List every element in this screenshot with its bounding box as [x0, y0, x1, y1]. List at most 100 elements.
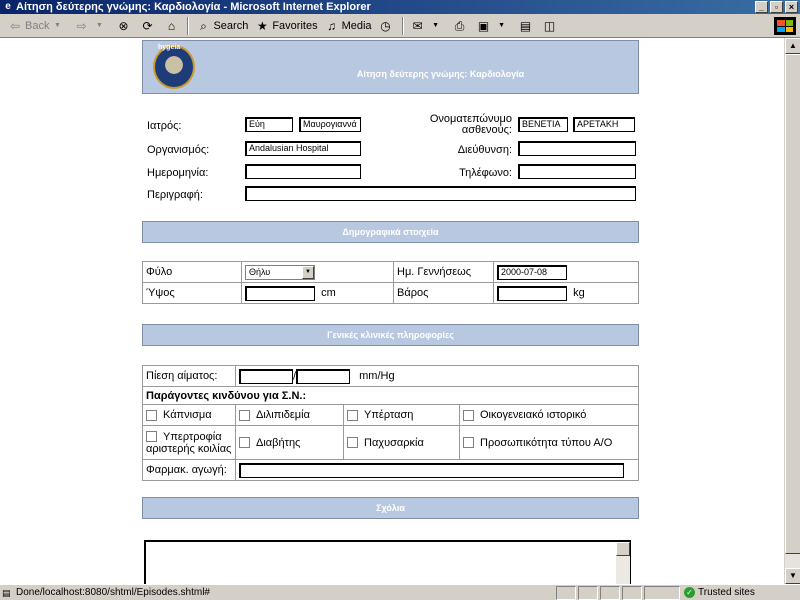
risk-dyslipidemia: Διλιπιδεμία [235, 404, 344, 426]
weight-unit: kg [573, 286, 585, 299]
bp-diastolic-input[interactable] [296, 368, 351, 384]
page-scrollbar[interactable]: ▲ ▼ [784, 38, 800, 584]
status-panel [556, 586, 576, 600]
organization-input[interactable]: Andalusian Hospital [245, 141, 361, 156]
dob-cell: 2000-07-08 [493, 261, 639, 283]
risk-lvh: Υπερτροφία αριστερής κοιλίας [142, 425, 236, 460]
height-input[interactable] [245, 285, 315, 301]
status-panel [644, 586, 680, 600]
hypertension-checkbox[interactable] [347, 409, 358, 421]
print-icon: ⎙ [454, 18, 465, 33]
maximize-button[interactable]: ▫ [770, 1, 783, 13]
diabetes-checkbox[interactable] [239, 437, 250, 449]
back-button[interactable]: ⇦ Back ▼ [4, 16, 70, 36]
type-a-checkbox[interactable] [463, 437, 474, 449]
status-panel [578, 586, 598, 600]
bp-label: Πίεση αίματος: [142, 365, 236, 387]
clinical-table: Πίεση αίματος: / mm/Hg Παράγοντες κινδύν… [142, 365, 639, 481]
patient-last-name-input[interactable]: ΑΡΕΤΑΚΗ [573, 117, 635, 132]
search-button[interactable]: ⌕ Search [192, 16, 251, 36]
bp-cell: / mm/Hg [235, 365, 639, 387]
address-label: Διεύθυνση: [457, 144, 512, 156]
doctor-first-name-input[interactable]: Εύη [245, 117, 293, 132]
forward-button[interactable]: ⇨ ▼ [70, 16, 112, 36]
zone-label: Trusted sites [698, 587, 755, 598]
dob-input[interactable]: 2000-07-08 [497, 264, 567, 280]
forward-arrow-icon: ⇨ [76, 18, 87, 33]
media-button[interactable]: ♫ Media [321, 16, 375, 36]
windows-logo-icon [774, 17, 796, 35]
risk-family-history: Οικογενειακό ιστορικό [459, 404, 639, 426]
security-zone: ✓ Trusted sites [684, 585, 755, 600]
chevron-down-icon: ▼ [498, 21, 506, 29]
ie-icon: e [5, 1, 11, 12]
refresh-button[interactable]: ⟳ [136, 16, 160, 36]
family-history-checkbox[interactable] [463, 409, 474, 421]
scroll-up-arrow-icon[interactable]: ▲ [785, 38, 800, 54]
logo-text: hygeia [158, 44, 181, 51]
status-text: Done/localhost:8080/shtml/Episodes.shtml… [16, 587, 210, 598]
history-button[interactable]: ◷ [375, 16, 399, 36]
dyslipidemia-checkbox[interactable] [239, 409, 250, 421]
sex-select[interactable]: Θήλυ ▼ [245, 264, 315, 280]
home-icon: ⌂ [167, 18, 176, 33]
window-title: Αίτηση δεύτερης γνώμης: Καρδιολογία - Mi… [16, 1, 371, 13]
risk-hypertension: Υπέρταση [343, 404, 460, 426]
height-unit: cm [321, 286, 336, 299]
textarea-scrollbar[interactable] [616, 542, 630, 584]
minimize-button[interactable]: _ [755, 1, 768, 13]
demographics-table: Φύλο Θήλυ ▼ Ημ. Γεννήσεως 2000-07-08 Ύψο… [142, 261, 639, 304]
page-title: Αίτηση δεύτερης γνώμης: Καρδιολογία [356, 69, 525, 79]
phone-input[interactable] [518, 164, 636, 179]
chevron-down-icon[interactable]: ▼ [302, 265, 314, 279]
risk-diabetes: Διαβήτης [235, 425, 344, 460]
medication-label: Φαρμακ. αγωγή: [142, 459, 236, 481]
window-titlebar[interactable]: e Αίτηση δεύτερης γνώμης: Καρδιολογία - … [0, 0, 800, 14]
edit-icon: ▣ [477, 18, 490, 33]
close-button[interactable]: × [785, 1, 798, 13]
messenger-button[interactable]: ◫ [539, 16, 563, 36]
page-done-icon: ▤ [2, 588, 11, 598]
edit-button[interactable]: ▣ ▼ [473, 16, 515, 36]
history-icon: ◷ [380, 18, 391, 33]
obesity-checkbox[interactable] [347, 437, 358, 449]
status-bar: ▤ Done/localhost:8080/shtml/Episodes.sht… [0, 584, 800, 600]
discuss-icon: ▤ [519, 18, 532, 33]
lvh-checkbox[interactable] [146, 431, 157, 443]
doctor-label: Ιατρός: [147, 120, 182, 132]
medication-cell [235, 459, 639, 481]
weight-input[interactable] [497, 285, 567, 301]
risk-smoking: Κάπνισμα [142, 404, 236, 426]
favorites-button[interactable]: ★ Favorites [251, 16, 320, 36]
discuss-button[interactable]: ▤ [515, 16, 539, 36]
home-button[interactable]: ⌂ [160, 16, 184, 36]
sex-select-value: Θήλυ [249, 266, 271, 277]
scroll-up-button[interactable] [616, 542, 630, 556]
sex-label: Φύλο [142, 261, 242, 283]
refresh-icon: ⟳ [142, 18, 153, 33]
back-arrow-icon: ⇦ [9, 18, 21, 33]
patient-first-name-input[interactable]: ΒΕΝΕΤΙΑ [518, 117, 568, 132]
comments-textarea[interactable] [144, 540, 631, 584]
scroll-down-arrow-icon[interactable]: ▼ [785, 568, 800, 584]
smoking-checkbox[interactable] [146, 409, 157, 421]
scrollbar-thumb[interactable] [785, 54, 800, 554]
demographics-section-header: Δημογραφικά στοιχεία [142, 221, 639, 243]
bp-systolic-input[interactable] [239, 368, 293, 384]
medication-input[interactable] [239, 462, 624, 478]
stop-button[interactable]: ⊗ [112, 16, 136, 36]
print-button[interactable]: ⎙ [449, 16, 473, 36]
date-input[interactable] [245, 164, 361, 179]
doctor-last-name-input[interactable]: Μαυρογιαννά [299, 117, 361, 132]
toolbar-separator [401, 16, 404, 35]
chevron-down-icon: ▼ [54, 21, 61, 29]
address-input[interactable] [518, 141, 636, 156]
date-label: Ημερομηνία: [147, 167, 209, 179]
phone-label: Τηλέφωνο: [459, 167, 512, 179]
description-input[interactable] [245, 186, 636, 201]
chevron-down-icon: ▼ [432, 21, 440, 29]
mail-button[interactable]: ✉ ▼ [407, 16, 449, 36]
chevron-down-icon: ▼ [96, 21, 103, 29]
comments-section-header: Σχόλια [142, 497, 639, 519]
browser-toolbar: ⇦ Back ▼ ⇨ ▼ ⊗ ⟳ ⌂ ⌕ Search ★ Favorites … [0, 14, 800, 38]
